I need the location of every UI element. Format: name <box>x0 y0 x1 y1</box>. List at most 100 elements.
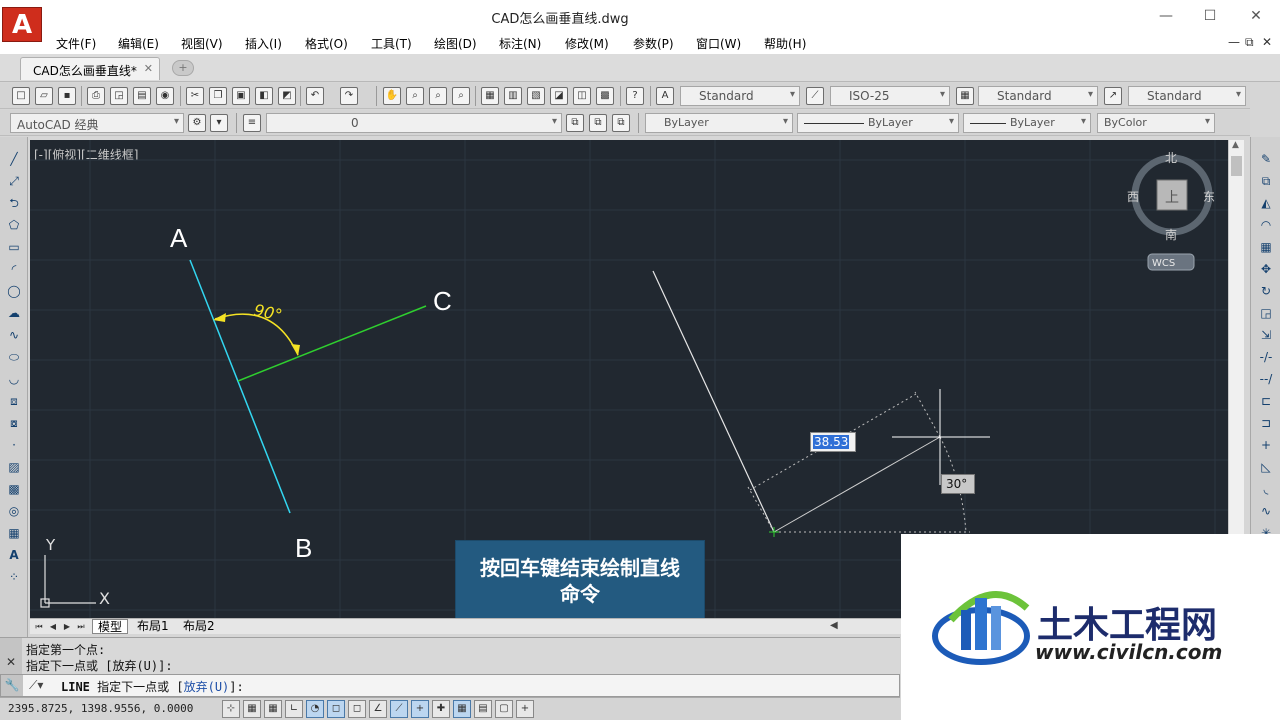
menu-dimension[interactable]: 标注(N) <box>499 35 541 52</box>
tab-close-icon[interactable]: ✕ <box>144 62 153 75</box>
customize-wrench-icon[interactable]: 🔧 <box>1 675 23 696</box>
ortho-mode-icon[interactable]: ∟ <box>285 700 303 718</box>
copy-icon[interactable]: ❐ <box>209 87 227 105</box>
table-style-select[interactable]: Standard <box>978 86 1098 106</box>
polar-tracking-icon[interactable]: ◔ <box>306 700 324 718</box>
tab-model[interactable]: 模型 <box>92 619 129 634</box>
document-tab[interactable]: CAD怎么画垂直线* ✕ <box>20 57 160 80</box>
quickcalc-icon[interactable]: ▩ <box>596 87 614 105</box>
spline-icon[interactable]: ∿ <box>6 327 22 343</box>
annotation-monitor-icon[interactable]: + <box>516 700 534 718</box>
last-layout-icon[interactable]: ⏭ <box>76 621 86 632</box>
make-current-layer-icon[interactable]: ⧉ <box>566 114 584 132</box>
menu-file[interactable]: 文件(F) <box>56 35 96 52</box>
infer-constraints-icon[interactable]: ⊹ <box>222 700 240 718</box>
next-layout-icon[interactable]: ▶ <box>62 621 72 632</box>
block-editor-icon[interactable]: ◩ <box>278 87 296 105</box>
revision-cloud-icon[interactable]: ☁ <box>6 305 22 321</box>
cut-icon[interactable]: ✂ <box>186 87 204 105</box>
tab-layout2[interactable]: 布局2 <box>178 619 220 634</box>
hatch-icon[interactable]: ▨ <box>6 459 22 475</box>
offset-icon[interactable]: ◠ <box>1258 217 1274 233</box>
scroll-up-icon[interactable]: ▲ <box>1232 140 1239 150</box>
close-button[interactable]: ✕ <box>1246 6 1266 26</box>
design-center-icon[interactable]: ▥ <box>504 87 522 105</box>
object-snap-icon[interactable]: ◻ <box>327 700 345 718</box>
array-icon[interactable]: ▦ <box>1258 239 1274 255</box>
line-icon[interactable]: ╱ <box>6 151 22 167</box>
workspace-settings-icon[interactable]: ⚙ <box>188 114 206 132</box>
sheet-set-icon[interactable]: ◪ <box>550 87 568 105</box>
pan-icon[interactable]: ✋ <box>383 87 401 105</box>
zoom-previous-icon[interactable]: ⌕ <box>452 87 470 105</box>
point-icon[interactable]: · <box>6 437 22 453</box>
rectangle-icon[interactable]: ▭ <box>6 239 22 255</box>
menu-format[interactable]: 格式(O) <box>305 35 348 52</box>
first-layout-icon[interactable]: ⏮ <box>34 621 44 632</box>
menu-modify[interactable]: 修改(M) <box>565 35 609 52</box>
dynamic-length-input[interactable]: 38.53 <box>810 432 856 452</box>
customize-icon[interactable]: ▾ <box>210 114 228 132</box>
multileader-style-select[interactable]: Standard <box>1128 86 1246 106</box>
color-select[interactable]: ByLayer <box>645 113 793 133</box>
ellipse-arc-icon[interactable]: ◡ <box>6 371 22 387</box>
table-icon[interactable]: ▦ <box>6 525 22 541</box>
help-icon[interactable]: ? <box>626 87 644 105</box>
menu-tools[interactable]: 工具(T) <box>371 35 412 52</box>
scroll-thumb[interactable] <box>1231 156 1242 176</box>
extend-icon[interactable]: --/ <box>1258 371 1274 387</box>
command-line[interactable]: 🔧 ⟋▾ LINE 指定下一点或 [放弃(U)]: <box>0 674 900 697</box>
mirror-icon[interactable]: ◭ <box>1258 195 1274 211</box>
stretch-icon[interactable]: ⇲ <box>1258 327 1274 343</box>
menu-draw[interactable]: 绘图(D) <box>434 35 477 52</box>
tab-layout1[interactable]: 布局1 <box>132 619 174 634</box>
minimize-button[interactable]: — <box>1156 6 1176 26</box>
gradient-icon[interactable]: ▩ <box>6 481 22 497</box>
layer-properties-icon[interactable]: ≡ <box>243 114 261 132</box>
construction-line-icon[interactable]: ⤢ <box>6 173 22 189</box>
dim-style-select[interactable]: ISO-25 <box>830 86 950 106</box>
blend-curves-icon[interactable]: ∿ <box>1258 503 1274 519</box>
new-tab-button[interactable]: + <box>172 60 194 76</box>
command-window-grip[interactable]: ✕ <box>0 638 22 678</box>
ellipse-icon[interactable]: ⬭ <box>6 349 22 365</box>
transparency-icon[interactable]: ▦ <box>453 700 471 718</box>
new-file-icon[interactable]: □ <box>12 87 30 105</box>
3d-osnap-icon[interactable]: ◻ <box>348 700 366 718</box>
circle-icon[interactable]: ◯ <box>6 283 22 299</box>
layer-select[interactable]: 0 <box>266 113 562 133</box>
3d-print-icon[interactable]: ◉ <box>156 87 174 105</box>
layer-previous-icon[interactable]: ⧉ <box>589 114 607 132</box>
lineweight-icon[interactable]: ✚ <box>432 700 450 718</box>
chamfer-icon[interactable]: ◺ <box>1258 459 1274 475</box>
join-icon[interactable]: + <box>1258 437 1274 453</box>
markup-icon[interactable]: ◫ <box>573 87 591 105</box>
undo-icon[interactable]: ↶ <box>306 87 324 105</box>
region-icon[interactable]: ◎ <box>6 503 22 519</box>
trim-icon[interactable]: -/- <box>1258 349 1274 365</box>
fillet-icon[interactable]: ◟ <box>1258 481 1274 497</box>
scale-icon[interactable]: ◲ <box>1258 305 1274 321</box>
paste-icon[interactable]: ▣ <box>232 87 250 105</box>
application-menu-button[interactable]: A <box>2 7 42 42</box>
snap-mode-icon[interactable]: ▦ <box>243 700 261 718</box>
doc-minimize-button[interactable]: — <box>1228 35 1240 49</box>
move-icon[interactable]: ✥ <box>1258 261 1274 277</box>
zoom-window-icon[interactable]: ⌕ <box>429 87 447 105</box>
dynamic-input-icon[interactable]: + <box>411 700 429 718</box>
maximize-button[interactable]: ☐ <box>1200 6 1220 26</box>
doc-close-button[interactable]: ✕ <box>1262 35 1272 49</box>
arc-icon[interactable]: ◜ <box>6 261 22 277</box>
menu-parametric[interactable]: 参数(P) <box>633 35 674 52</box>
polyline-icon[interactable]: ⮌ <box>6 195 22 211</box>
multiline-text-icon[interactable]: A <box>6 547 22 563</box>
plot-icon[interactable]: ⎙ <box>87 87 105 105</box>
properties-icon[interactable]: ▦ <box>481 87 499 105</box>
plotstyle-select[interactable]: ByColor <box>1097 113 1215 133</box>
grid-display-icon[interactable]: ▦ <box>264 700 282 718</box>
quick-properties-icon[interactable]: ▤ <box>474 700 492 718</box>
text-style-select[interactable]: Standard <box>680 86 800 106</box>
open-file-icon[interactable]: ▱ <box>35 87 53 105</box>
zoom-realtime-icon[interactable]: ⌕ <box>406 87 424 105</box>
insert-block-icon[interactable]: ⧈ <box>6 393 22 409</box>
